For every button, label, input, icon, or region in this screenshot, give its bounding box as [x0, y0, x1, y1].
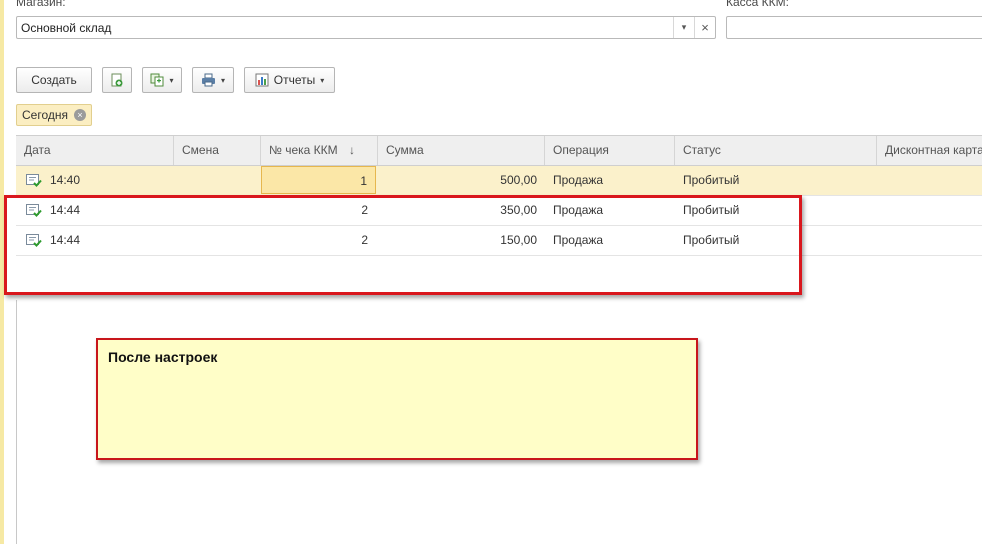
column-header-receipt-number-label: № чека ККМ	[269, 143, 338, 157]
create-based-on-icon	[150, 73, 164, 87]
cell-discount-card	[877, 196, 982, 224]
print-button[interactable]: ▾	[192, 67, 234, 93]
create-button-label: Создать	[31, 73, 77, 87]
table-header: Дата Смена № чека ККМ ↓ Сумма Операция С…	[16, 135, 982, 166]
table-row[interactable]: 14:40 1 500,00 Продажа Пробитый	[16, 166, 982, 196]
chevron-down-icon: ▾	[169, 75, 174, 85]
close-icon[interactable]: ×	[74, 109, 86, 121]
report-chart-icon	[255, 73, 269, 87]
cell-discount-card	[877, 226, 982, 254]
column-header-shift[interactable]: Смена	[174, 136, 261, 165]
copy-document-button[interactable]	[102, 67, 132, 93]
sort-arrow-icon: ↓	[348, 143, 355, 157]
column-header-status[interactable]: Статус	[675, 136, 877, 165]
create-based-on-button[interactable]: ▾	[142, 67, 182, 93]
annotation-text: После настроек	[108, 349, 218, 365]
annotation-note: После настроек	[96, 338, 698, 460]
cell-status: Пробитый	[683, 173, 740, 187]
grid-left-border	[16, 300, 17, 544]
cell-shift	[174, 166, 261, 194]
cell-time: 14:40	[50, 173, 81, 187]
printer-icon	[201, 73, 215, 87]
column-header-operation[interactable]: Операция	[545, 136, 675, 165]
store-clear-button[interactable]: ×	[694, 17, 715, 38]
store-dropdown-button[interactable]: ▾	[673, 17, 694, 38]
chevron-down-icon: ▾	[220, 75, 225, 85]
cell-receipt-number[interactable]: 1	[261, 166, 376, 194]
reports-button[interactable]: Отчеты ▾	[244, 67, 335, 93]
store-field[interactable]: Основной склад ▾ ×	[16, 16, 716, 39]
cell-discount-card	[877, 166, 982, 194]
kkm-field[interactable]	[726, 16, 982, 39]
highlight-frame	[4, 195, 802, 295]
create-button[interactable]: Создать	[16, 67, 92, 93]
period-filter-label: Сегодня	[22, 108, 68, 122]
column-header-receipt-number[interactable]: № чека ККМ ↓	[261, 136, 378, 165]
chevron-down-icon: ▾	[320, 75, 325, 85]
cell-operation: Продажа	[553, 173, 604, 187]
chevron-down-icon: ▾	[681, 22, 687, 32]
add-document-icon	[111, 73, 123, 87]
column-header-sum[interactable]: Сумма	[378, 136, 545, 165]
reports-button-label: Отчеты	[273, 73, 316, 87]
receipt-posted-icon	[26, 174, 42, 187]
store-label: Магазин:	[16, 0, 66, 9]
kkm-label: Касса ККМ:	[726, 0, 789, 9]
column-header-discount-card[interactable]: Дисконтная карта	[877, 136, 982, 165]
period-filter-chip[interactable]: Сегодня ×	[16, 104, 92, 126]
clear-icon: ×	[701, 20, 709, 35]
store-value: Основной склад	[21, 20, 112, 35]
column-header-date[interactable]: Дата	[16, 136, 174, 165]
cell-sum: 500,00	[500, 173, 537, 187]
